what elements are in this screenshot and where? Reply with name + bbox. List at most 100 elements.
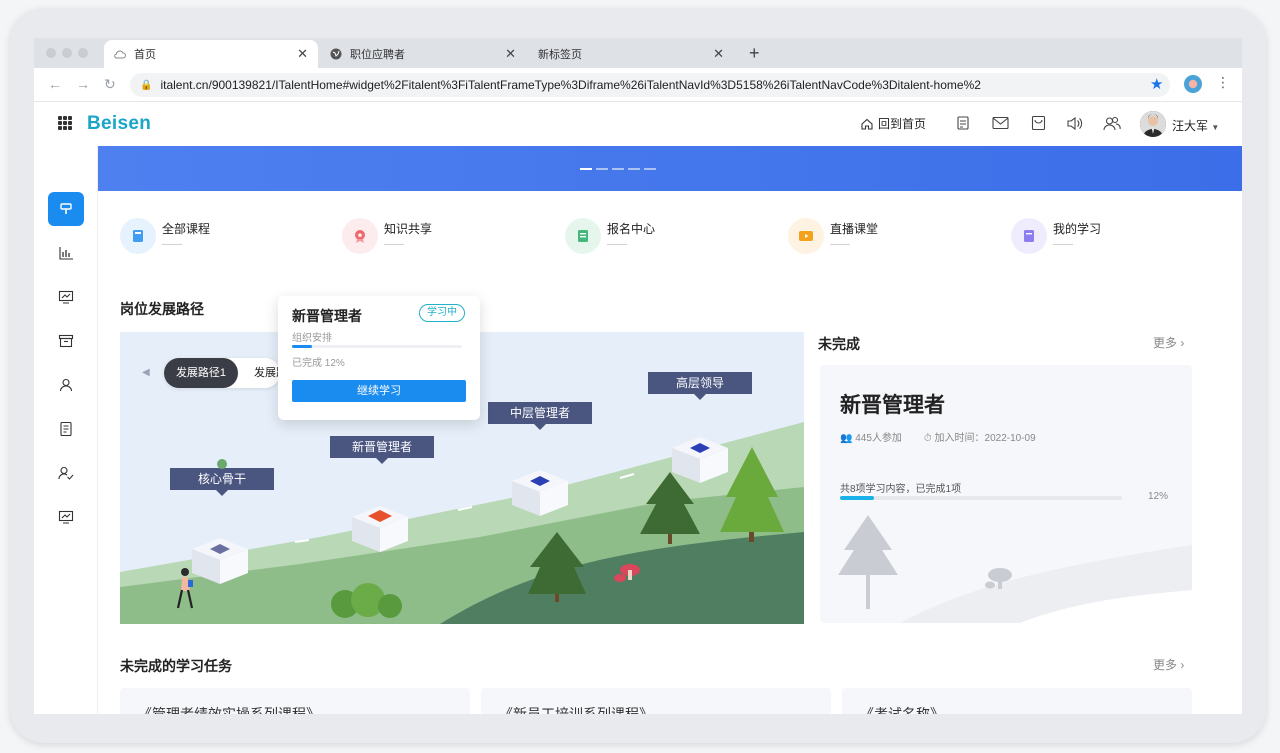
quick-link-title: 我的学习: [1053, 222, 1102, 236]
home-link-label: 回到首页: [878, 117, 927, 131]
tab-applicants[interactable]: 职位应聘者 ✕: [320, 40, 526, 68]
quick-link-live[interactable]: 直播课堂 ——: [788, 218, 878, 258]
popup-subtitle: 组织安排: [292, 333, 332, 344]
document-icon: [60, 421, 72, 437]
sidebar: [34, 146, 98, 714]
quick-link-registration[interactable]: 报名中心 ——: [565, 218, 655, 258]
task-title: 《新员工培训系列课程》: [499, 706, 653, 714]
popup-title: 新晋管理者: [292, 308, 362, 324]
app-header: Beisen 回到首页 汪大军 ▼: [34, 102, 1242, 146]
user-menu[interactable]: 汪大军 ▼: [1172, 117, 1219, 134]
contacts-icon[interactable]: [1103, 114, 1121, 132]
sidebar-item-archive[interactable]: [48, 324, 84, 358]
tab-home[interactable]: 首页 ✕: [104, 40, 318, 68]
chevron-right-icon: ›: [1180, 336, 1185, 350]
continue-learning-button[interactable]: 继续学习: [292, 380, 466, 402]
sidebar-item-stats[interactable]: [48, 236, 84, 270]
sidebar-item-reports[interactable]: [48, 500, 84, 534]
task-card[interactable]: 《新员工培训系列课程》: [481, 688, 831, 714]
user-check-icon: [58, 466, 74, 480]
quick-link-title: 报名中心: [607, 222, 656, 236]
inbox-icon[interactable]: [1029, 114, 1047, 132]
course-meta: 👥 445人参加 ⏱ 加入时间：2022-10-09: [840, 429, 1036, 444]
cloud-icon: [114, 48, 126, 60]
house-icon: [861, 118, 873, 130]
sidebar-item-profile[interactable]: [48, 368, 84, 402]
sidebar-item-dashboard[interactable]: [48, 280, 84, 314]
quick-link-knowledge[interactable]: 知识共享 ——: [342, 218, 432, 258]
browser-window: 首页 ✕ 职位应聘者 ✕ 新标签页 ✕ + ← → ↻ 🔒 italent.cn…: [34, 38, 1242, 714]
brush-icon: [60, 203, 72, 214]
task-title: 《管理者绩效实操系列课程》: [138, 706, 320, 714]
participants-count: 445人参加: [855, 433, 902, 444]
tab-label: 新标签页: [538, 49, 582, 61]
tab-strip: 首页 ✕ 职位应聘者 ✕ 新标签页 ✕ +: [34, 38, 1242, 68]
menu-kebab-icon[interactable]: ⋮: [1216, 74, 1230, 91]
clock-icon: ⏱: [923, 433, 932, 444]
profile-icon[interactable]: [1184, 75, 1202, 93]
close-tab-icon[interactable]: ✕: [713, 46, 724, 62]
window-zoom-dot[interactable]: [78, 48, 88, 58]
incomplete-more-link[interactable]: 更多 ›: [1153, 334, 1184, 351]
path-section-title: 岗位发展路径: [120, 301, 204, 317]
sidebar-item-user-check[interactable]: [48, 456, 84, 490]
incomplete-title: 未完成: [818, 336, 860, 352]
book-icon: [120, 218, 156, 254]
window-close-dot[interactable]: [46, 48, 56, 58]
monitor-chart-icon: [58, 290, 74, 304]
popup-progress-bar: [292, 345, 462, 348]
quick-link-title: 知识共享: [384, 222, 433, 236]
sidebar-item-learning[interactable]: [48, 192, 84, 226]
reload-icon[interactable]: ↻: [104, 76, 116, 93]
path-node-middle-manager[interactable]: 中层管理者: [488, 402, 592, 424]
speaker-icon[interactable]: [1065, 114, 1083, 132]
course-progress-percent: 12%: [1148, 491, 1169, 502]
task-list-icon[interactable]: [954, 114, 972, 132]
bar-chart-icon: [59, 247, 73, 260]
incomplete-course-card[interactable]: 新晋管理者 👥 445人参加 ⏱ 加入时间：2022-10-09 共8项学习内容…: [820, 365, 1192, 623]
sidebar-item-documents[interactable]: [48, 412, 84, 446]
tab-new[interactable]: 新标签页 ✕: [528, 40, 734, 68]
tab-label: 首页: [134, 49, 156, 61]
main-content: 全部课程 —— 知识共享 —— 报名中心 —— 直播课堂 —— 我的学习 ——: [98, 146, 1242, 714]
more-label: 更多: [1153, 658, 1178, 672]
forward-icon[interactable]: →: [76, 76, 90, 92]
course-progress-bar: [840, 496, 1122, 500]
tasks-more-link[interactable]: 更多 ›: [1153, 656, 1184, 673]
task-card[interactable]: 《管理者绩效实操系列课程》: [120, 688, 470, 714]
carousel-dots[interactable]: [580, 168, 656, 170]
course-title: 新晋管理者: [840, 394, 945, 417]
path-prev-arrow-icon[interactable]: ◀: [142, 363, 162, 383]
path-tab-1[interactable]: 发展路径1: [164, 358, 238, 388]
tab-label: 职位应聘者: [350, 49, 405, 61]
quick-link-all-courses[interactable]: 全部课程 ——: [120, 218, 210, 258]
quick-link-my-learning[interactable]: 我的学习 ——: [1011, 218, 1101, 258]
archive-box-icon: [58, 334, 74, 348]
close-tab-icon[interactable]: ✕: [297, 46, 308, 62]
path-node-new-manager[interactable]: 新晋管理者: [330, 436, 434, 458]
user-name: 汪大军: [1172, 119, 1209, 133]
more-label: 更多: [1153, 336, 1178, 350]
quick-link-sub: ——: [162, 239, 182, 250]
new-tab-button[interactable]: +: [749, 43, 760, 64]
window-minimize-dot[interactable]: [62, 48, 72, 58]
back-icon[interactable]: ←: [48, 76, 62, 92]
mail-icon[interactable]: [991, 114, 1009, 132]
beisen-logo[interactable]: Beisen: [87, 113, 151, 135]
popup-progress-text: 已完成 12%: [292, 358, 345, 369]
clipboard-icon: [565, 218, 601, 254]
close-tab-icon[interactable]: ✕: [505, 46, 516, 62]
home-link[interactable]: 回到首页: [860, 115, 926, 132]
app-grid-icon[interactable]: [58, 116, 72, 130]
globe-icon: [330, 48, 342, 60]
bookmark-star-icon[interactable]: ★: [1150, 75, 1163, 93]
quick-link-title: 直播课堂: [830, 222, 879, 236]
top-banner[interactable]: [98, 146, 1242, 191]
task-card[interactable]: 《考试名称》: [842, 688, 1192, 714]
avatar[interactable]: [1140, 111, 1166, 137]
join-time: 加入时间：2022-10-09: [934, 433, 1036, 444]
path-node-senior-leader[interactable]: 高层领导: [648, 372, 752, 394]
quick-link-sub: ——: [830, 239, 850, 250]
url-input[interactable]: 🔒 italent.cn/900139821/ITalentHome#widge…: [130, 73, 1170, 97]
path-node-core[interactable]: 核心骨干: [170, 468, 274, 490]
